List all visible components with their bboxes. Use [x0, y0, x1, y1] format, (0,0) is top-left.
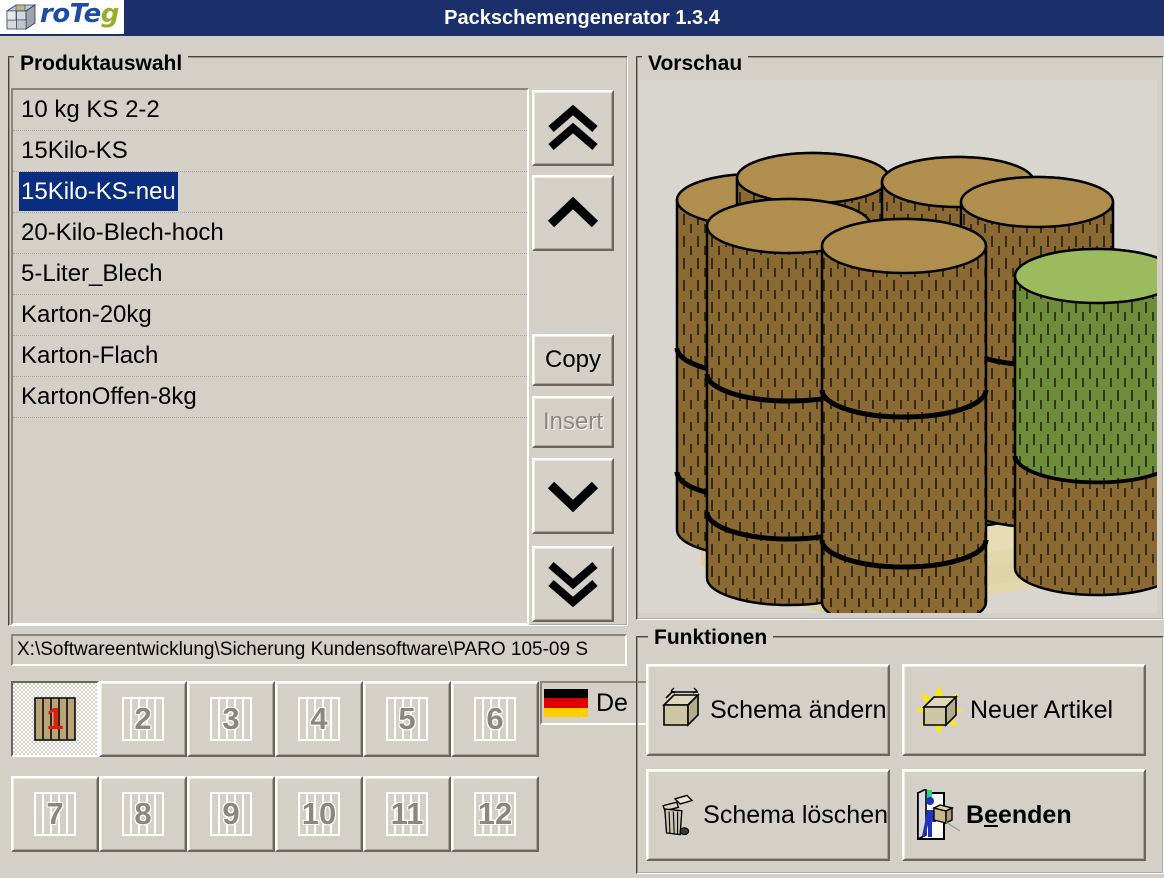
move-to-top-button[interactable] [532, 90, 614, 166]
window-title: Packschemengenerator 1.3.4 [444, 7, 720, 29]
list-item[interactable]: Karton-20kg [13, 295, 527, 336]
language-label: De [596, 688, 628, 717]
pallet-button-2[interactable]: 2 [99, 681, 187, 757]
pallet-icon: 2 [117, 696, 169, 742]
pallet-icon: 12 [469, 791, 521, 837]
list-item[interactable]: Karton-Flach [13, 336, 527, 377]
box-measure-icon [662, 687, 700, 727]
chevron-down-icon [547, 481, 599, 513]
double-chevron-up-icon [548, 105, 598, 151]
pallet-number: 9 [222, 796, 240, 831]
roteg-logo: roTeg [0, 0, 124, 34]
list-item[interactable]: 20-Kilo-Blech-hoch [13, 213, 527, 254]
beenden-button[interactable]: Beenden [902, 769, 1146, 861]
neuer-artikel-label: Neuer Artikel [970, 695, 1114, 724]
beenden-label: Beenden [966, 800, 1072, 829]
pallet-icon: 11 [381, 791, 433, 837]
product-list[interactable]: 10 kg KS 2-2 15Kilo-KS 15Kilo-KS-neu 20-… [11, 88, 529, 625]
path-field[interactable]: X:\Softwareentwicklung\Sicherung Kundens… [11, 634, 627, 666]
move-down-button[interactable] [532, 458, 614, 534]
pallet-icon: 1 [29, 696, 81, 742]
list-item[interactable]: 15Kilo-KS [13, 131, 527, 172]
pallet-button-11[interactable]: 11 [363, 776, 451, 852]
pallet-button-9[interactable]: 9 [187, 776, 275, 852]
pallet-button-4[interactable]: 4 [275, 681, 363, 757]
logo-wordmark: roTeg [40, 0, 119, 29]
pallet-number: 4 [310, 701, 328, 736]
pallet-button-7[interactable]: 7 [11, 776, 99, 852]
pallet-number: 2 [134, 701, 152, 736]
pallet-icon: 7 [29, 791, 81, 837]
application-window: Packschemengenerator 1.3.4 roTeg Produkt… [0, 0, 1164, 878]
pallet-button-12[interactable]: 12 [451, 776, 539, 852]
neuer-artikel-button[interactable]: Neuer Artikel [902, 664, 1146, 756]
pallet-button-3[interactable]: 3 [187, 681, 275, 757]
pallet-button-8[interactable]: 8 [99, 776, 187, 852]
chevron-up-icon [547, 196, 599, 228]
move-to-bottom-button[interactable] [532, 546, 614, 622]
pallet-button-10[interactable]: 10 [275, 776, 363, 852]
list-item[interactable]: 10 kg KS 2-2 [13, 90, 527, 131]
product-selection-title: Produktauswahl [14, 52, 189, 76]
schema-aendern-button[interactable]: Schema ändern [646, 664, 890, 756]
list-item[interactable]: 5-Liter_Blech [13, 254, 527, 295]
pallet-number: 8 [134, 796, 152, 831]
pallet-number: 12 [477, 796, 513, 831]
pallet-icon: 4 [293, 696, 345, 742]
insert-button-label: Insert [542, 408, 604, 435]
pallet-number: 3 [222, 701, 240, 736]
pallet-icon: 10 [293, 791, 345, 837]
pallet-number: 10 [301, 796, 337, 831]
copy-button[interactable]: Copy [532, 334, 614, 386]
functions-title: Funktionen [648, 626, 774, 650]
pallet-icon: 6 [469, 696, 521, 742]
pallet-button-6[interactable]: 6 [451, 681, 539, 757]
pallet-icon: 3 [205, 696, 257, 742]
title-bar: Packschemengenerator 1.3.4 roTeg [0, 0, 1164, 36]
list-item[interactable]: KartonOffen-8kg [13, 377, 527, 418]
copy-button-label: Copy [544, 346, 602, 373]
schema-loeschen-button[interactable]: Schema löschen [646, 769, 890, 861]
pallet-number: 7 [46, 796, 64, 831]
preview-title: Vorschau [642, 52, 749, 76]
schema-aendern-label: Schema ändern [710, 695, 887, 724]
move-up-button[interactable] [532, 175, 614, 251]
pallet-button-5[interactable]: 5 [363, 681, 451, 757]
preview-3d-canvas[interactable] [639, 80, 1157, 613]
pallet-number: 1 [46, 701, 64, 736]
pallet-number: 11 [390, 796, 424, 831]
pallet-number: 6 [486, 701, 504, 736]
german-flag-icon [544, 689, 588, 717]
list-item[interactable]: 15Kilo-KS-neu [13, 172, 527, 213]
insert-button[interactable]: Insert [532, 396, 614, 448]
schema-loeschen-label: Schema löschen [703, 800, 888, 829]
trash-can-icon [662, 794, 694, 836]
pallet-icon: 9 [205, 791, 257, 837]
pallet-drum-render [674, 151, 1157, 613]
double-chevron-down-icon [548, 561, 598, 607]
exit-door-icon [917, 789, 960, 841]
pallet-icon: 5 [381, 696, 433, 742]
pallet-icon: 8 [117, 791, 169, 837]
pallet-number: 5 [398, 701, 416, 736]
pallet-button-1[interactable]: 1 [11, 681, 99, 757]
cube-logo-icon [6, 4, 36, 30]
new-box-sparkle-icon [914, 685, 964, 735]
